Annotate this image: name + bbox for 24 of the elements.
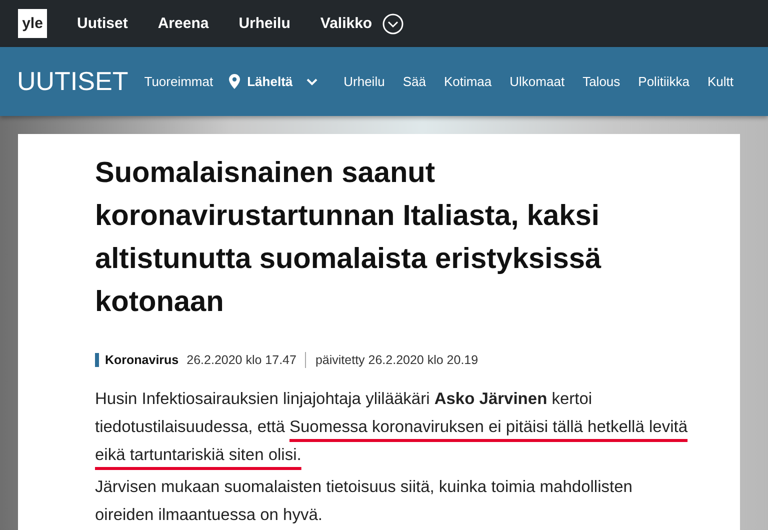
menu-link[interactable]: Valikko bbox=[320, 15, 372, 32]
nav-link[interactable]: Ulkomaat bbox=[510, 74, 565, 89]
section-title[interactable]: UUTISET bbox=[17, 66, 128, 97]
chevron-circle-icon[interactable] bbox=[382, 12, 404, 34]
nav-link[interactable]: Kotimaa bbox=[444, 74, 492, 89]
location-dropdown[interactable]: Läheltä bbox=[229, 74, 318, 89]
pin-icon bbox=[229, 74, 240, 89]
nav-link[interactable]: Urheilu bbox=[238, 15, 290, 32]
paragraph: Husin Infektiosairauksien linjajohtaja ylilääkäri Asko Järvinen kertoi tiedotustilaisuudessa, että Suomessa koronaviruksen ei pitäisi tällä hetkellä levitä eikä tartuntariskiä siten olisi. bbox=[95, 389, 689, 466]
nav-link[interactable]: Sää bbox=[402, 74, 426, 89]
nav-link[interactable]: Tuoreimmat bbox=[144, 74, 214, 89]
nav-link[interactable]: Uutiset bbox=[77, 15, 128, 32]
update-date: päivitetty 26.2.2020 klo 20.19 bbox=[315, 353, 478, 367]
publish-date: 26.2.2020 klo 17.47 bbox=[186, 353, 296, 367]
nav-link[interactable]: Talous bbox=[582, 74, 620, 89]
nav-link[interactable]: Politiikka bbox=[638, 74, 690, 89]
chevron-down-icon bbox=[306, 78, 318, 86]
nav-link[interactable]: Areena bbox=[158, 15, 209, 32]
nav-link[interactable]: Urheilu bbox=[344, 74, 385, 89]
category-link[interactable]: Koronavirus bbox=[95, 353, 179, 367]
headline: Suomalaisnainen saanut koronavirustartunnan Italiasta, kaksi altistunutta suomalaista eristyksissä kotonaan bbox=[95, 156, 602, 320]
paragraph: Järvisen mukaan suomalaisten tietoisuus siitä, kuinka toimia mahdollisten oireiden ilmaantuessa on hyvä. bbox=[95, 477, 634, 526]
nav-link[interactable]: Kultt bbox=[707, 74, 734, 89]
logo[interactable]: yle bbox=[18, 9, 47, 38]
